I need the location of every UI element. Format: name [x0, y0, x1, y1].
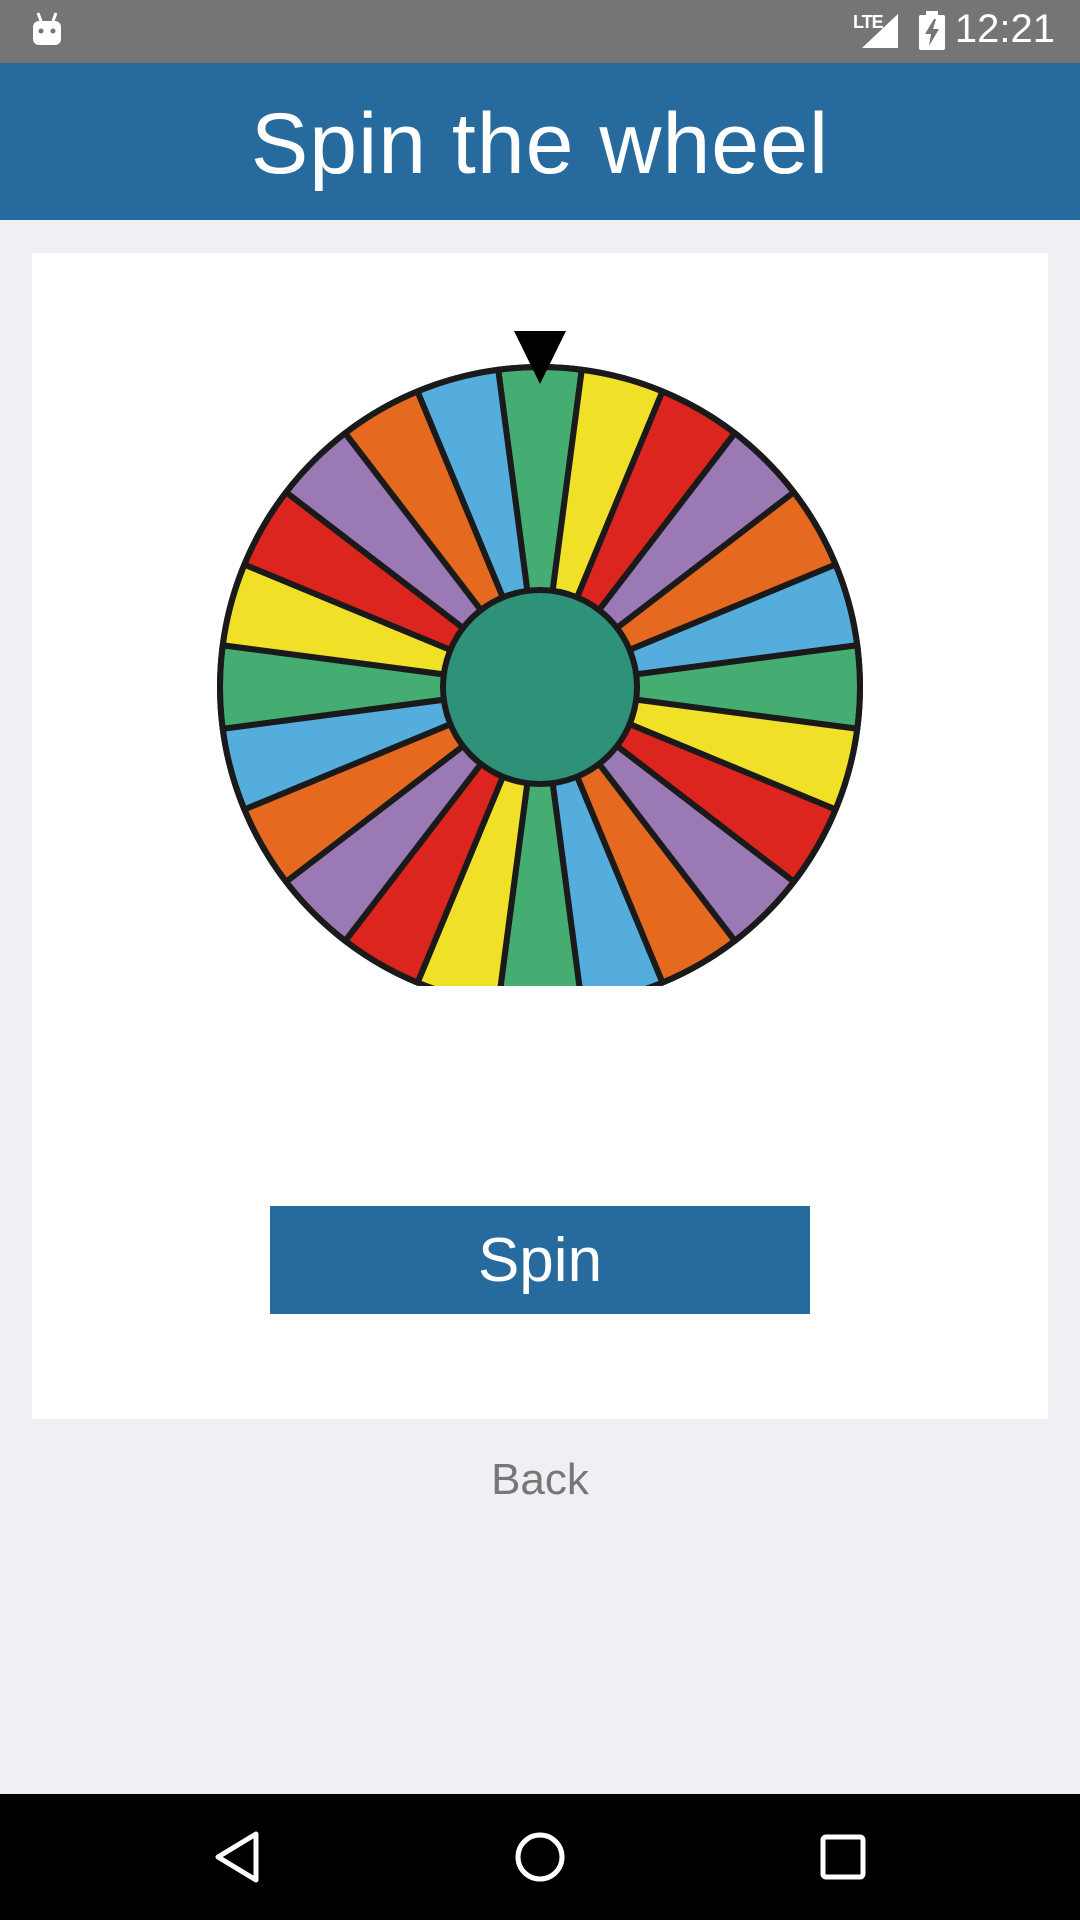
- battery-charging-icon: [919, 11, 945, 50]
- wheel-card: Spin: [32, 253, 1048, 1419]
- android-icon: [33, 12, 61, 45]
- app-bar: Spin the wheel: [0, 63, 1080, 220]
- navigation-bar: [0, 1794, 1080, 1920]
- back-triangle-icon: [215, 1831, 259, 1883]
- spin-button[interactable]: Spin: [270, 1206, 810, 1314]
- nav-back-button[interactable]: [157, 1794, 317, 1920]
- page-title: Spin the wheel: [250, 96, 830, 192]
- lte-signal-icon: [862, 14, 898, 48]
- wheel-hub: [440, 587, 640, 787]
- home-circle-icon: [515, 1832, 565, 1882]
- spin-wheel: [217, 331, 863, 986]
- nav-recents-button[interactable]: [763, 1794, 923, 1920]
- nav-home-button[interactable]: [460, 1794, 620, 1920]
- back-link[interactable]: Back: [0, 1455, 1080, 1505]
- status-clock: 12:21: [954, 7, 1055, 51]
- recents-square-icon: [820, 1834, 866, 1880]
- status-bar: LTE 12:21: [0, 0, 1080, 63]
